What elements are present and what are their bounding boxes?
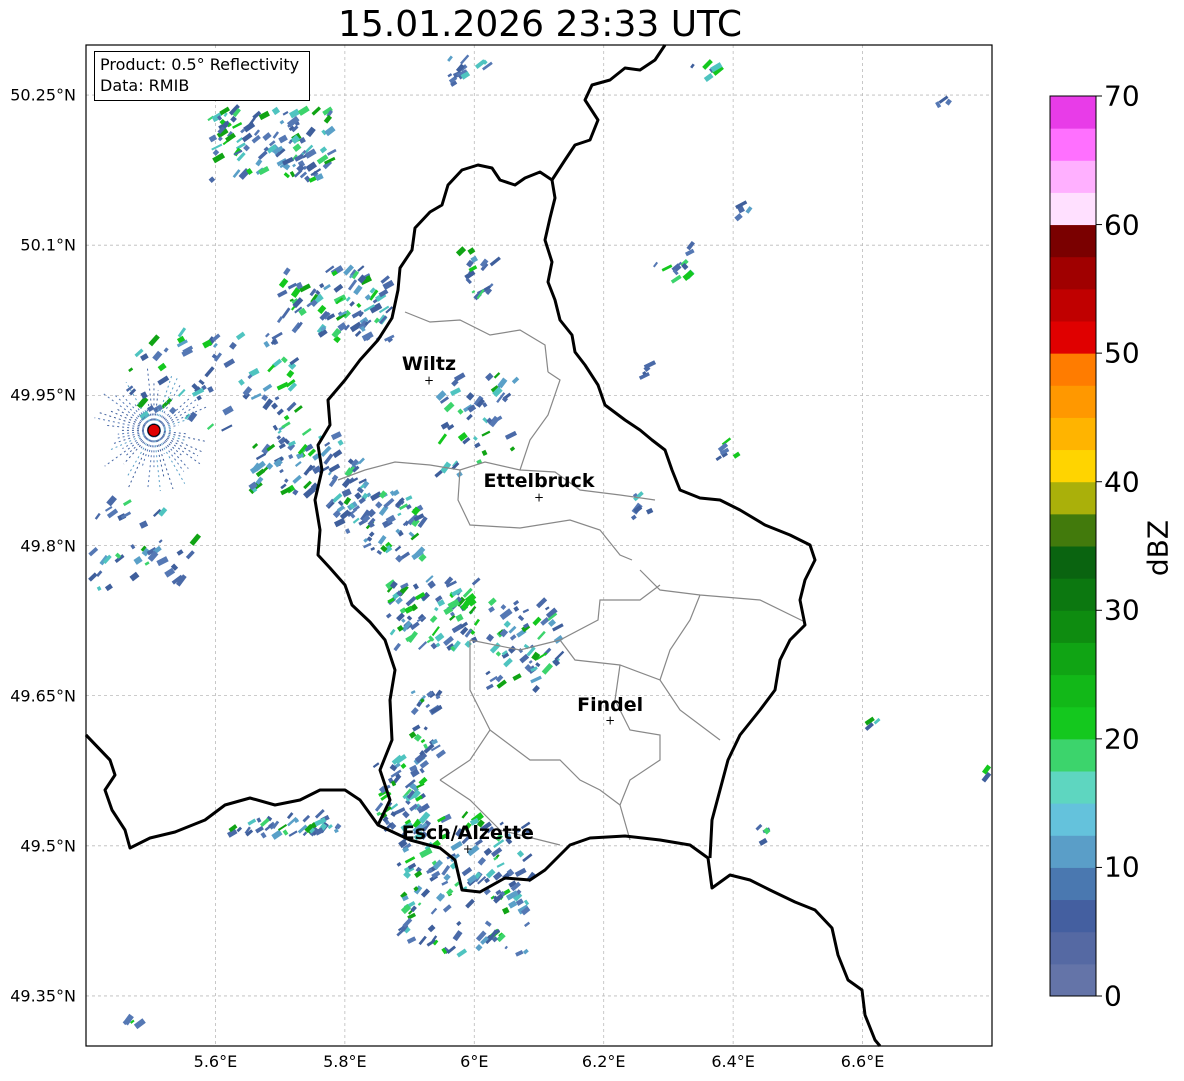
colorbar-tick-label: 30 [1104, 593, 1140, 627]
colorbar-segment [1050, 610, 1096, 643]
colorbar-segment [1050, 578, 1096, 611]
colorbar-segment [1050, 513, 1096, 547]
city-marker: + [463, 842, 473, 856]
product-label: Product: 0.5° Reflectivity [100, 55, 300, 74]
colorbar-segment [1050, 546, 1096, 579]
colorbar-segment [1050, 256, 1096, 290]
colorbar-label: dBZ [1141, 519, 1175, 577]
colorbar-segment [1050, 481, 1096, 515]
colorbar-segment [1050, 417, 1096, 451]
city-label: Esch/Alzette [401, 821, 534, 844]
colorbar-segment [1050, 899, 1096, 933]
colorbar-tick-label: 50 [1104, 336, 1140, 370]
map-plot-area: + + + + [84, 44, 993, 1047]
colorbar-segment [1050, 771, 1096, 804]
colorbar-segment [1050, 353, 1096, 386]
colorbar-segment [1050, 385, 1096, 418]
colorbar-tick-label: 60 [1104, 208, 1140, 242]
colorbar-segment [1050, 803, 1096, 836]
city-marker: + [424, 373, 434, 387]
colorbar-segment [1050, 96, 1096, 129]
colorbar-segment [1050, 321, 1096, 354]
city-label: Findel [577, 693, 644, 716]
radar-site-marker [147, 423, 161, 437]
colorbar-segment [1050, 224, 1096, 258]
lon-tick-label: 6.2°E [581, 1052, 626, 1071]
lon-tick-label: 6.6°E [840, 1052, 885, 1071]
lat-tick-label: 49.95°N [10, 385, 76, 405]
city-label: Wiltz [401, 353, 457, 376]
lat-tick-label: 49.35°N [10, 986, 76, 1006]
colorbar-segment [1050, 192, 1096, 226]
colorbar-segment [1050, 288, 1096, 322]
lat-tick-label: 50.25°N [10, 85, 76, 105]
city-label: Ettelbruck [483, 470, 595, 493]
colorbar-tick-label: 0 [1104, 979, 1122, 1013]
lat-tick-label: 49.5°N [20, 836, 76, 856]
lat-tick-label: 49.65°N [10, 686, 76, 706]
colorbar-segment [1050, 738, 1096, 772]
info-box: Product: 0.5° Reflectivity Data: RMIB [94, 51, 310, 101]
colorbar [1049, 95, 1102, 997]
colorbar-segment [1050, 160, 1096, 193]
colorbar-tick-label: 40 [1104, 465, 1140, 499]
lat-tick-label: 49.8°N [20, 536, 76, 555]
colorbar-segment [1050, 706, 1096, 740]
colorbar-segment [1050, 963, 1096, 997]
colorbar-segment [1050, 642, 1096, 676]
lon-tick-label: 6°E [460, 1052, 489, 1071]
colorbar-segment [1050, 867, 1096, 901]
lon-tick-label: 5.8°E [323, 1052, 367, 1071]
colorbar-segment [1050, 931, 1096, 965]
data-source-label: Data: RMIB [100, 76, 190, 95]
lon-tick-label: 6.4°E [711, 1052, 755, 1071]
colorbar-tick-label: 20 [1104, 722, 1140, 756]
lon-tick-label: 5.6°E [193, 1052, 238, 1071]
colorbar-segment [1050, 128, 1096, 161]
city-marker: + [605, 714, 615, 728]
map-title: 15.01.2026 23:33 UTC [337, 4, 743, 45]
city-marker: + [534, 490, 544, 504]
colorbar-segment [1050, 449, 1096, 483]
colorbar-segment [1050, 674, 1096, 708]
lat-tick-label: 50.1°N [20, 235, 76, 255]
colorbar-tick-label: 10 [1104, 850, 1140, 884]
colorbar-tick-label: 70 [1104, 79, 1140, 113]
radar-figure: + + + + [84, 44, 1102, 1047]
colorbar-segment [1050, 835, 1096, 868]
